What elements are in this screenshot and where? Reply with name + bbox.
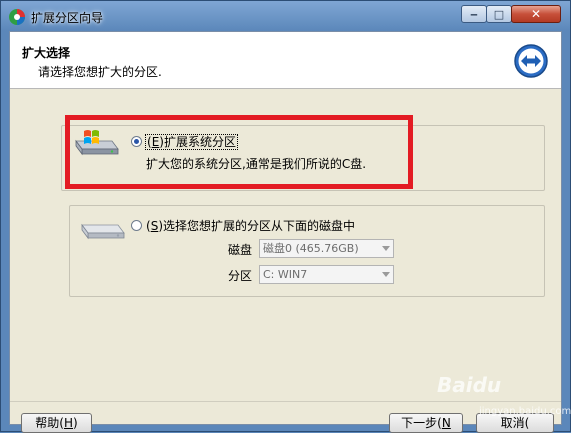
help-button-end: ) (73, 416, 78, 430)
drive-icon (81, 223, 125, 240)
close-button[interactable]: ✕ (511, 5, 561, 23)
page-subtitle: 请选择您想扩大的分区. (38, 65, 162, 79)
partition-label: 分区 (228, 269, 253, 283)
wizard-arrows-icon (514, 44, 548, 78)
cancel-button-text: 取消( (500, 416, 530, 430)
close-icon: ✕ (530, 7, 542, 21)
wizard-client-area: 扩大选择 请选择您想扩大的分区. (E)扩展系统分区 扩大您的系统分区,通常是我… (9, 31, 562, 433)
title-bar[interactable]: 扩展分区向导 ‒ □ ✕ (1, 1, 570, 31)
radio-select-partition[interactable] (131, 220, 142, 231)
app-icon (9, 9, 25, 25)
watermark-url: jingyan.baidu.com (479, 406, 571, 417)
option-select-partition-label[interactable]: (S)选择您想扩展的分区从下面的磁盘中 (146, 217, 355, 234)
help-button-text: 帮助( (35, 416, 64, 430)
partition-select[interactable]: C: WIN7 (259, 265, 394, 284)
footer-divider (10, 401, 561, 402)
help-accel: H (63, 416, 74, 430)
minimize-button[interactable]: ‒ (461, 5, 487, 23)
minimize-icon: ‒ (470, 7, 478, 21)
next-button-text: 下一步( (401, 416, 442, 430)
maximize-icon: □ (493, 7, 505, 21)
disk-select[interactable]: 磁盘0 (465.76GB) (259, 239, 394, 258)
page-title: 扩大选择 (22, 46, 71, 60)
accel-key-s: S (150, 219, 159, 233)
chevron-down-icon (382, 246, 390, 251)
disk-select-value: 磁盘0 (465.76GB) (263, 242, 359, 255)
wizard-window: 扩展分区向导 ‒ □ ✕ 扩大选择 请选择您想扩大的分区. (E)扩展系统分区 … (0, 0, 571, 433)
partition-select-value: C: WIN7 (263, 268, 308, 281)
chevron-down-icon (382, 272, 390, 277)
window-title: 扩展分区向导 (31, 11, 104, 25)
maximize-button[interactable]: □ (486, 5, 512, 23)
disk-label: 磁盘 (228, 243, 253, 257)
next-button[interactable]: 下一步(N (389, 413, 463, 433)
highlight-box (65, 115, 413, 189)
help-button[interactable]: 帮助(H) (21, 413, 92, 433)
wizard-header: 扩大选择 请选择您想扩大的分区. (10, 32, 561, 89)
watermark-brand: Baidu (437, 373, 502, 397)
option-select-partition-text: 选择您想扩展的分区从下面的磁盘中 (163, 219, 356, 233)
next-accel: N (441, 416, 451, 430)
